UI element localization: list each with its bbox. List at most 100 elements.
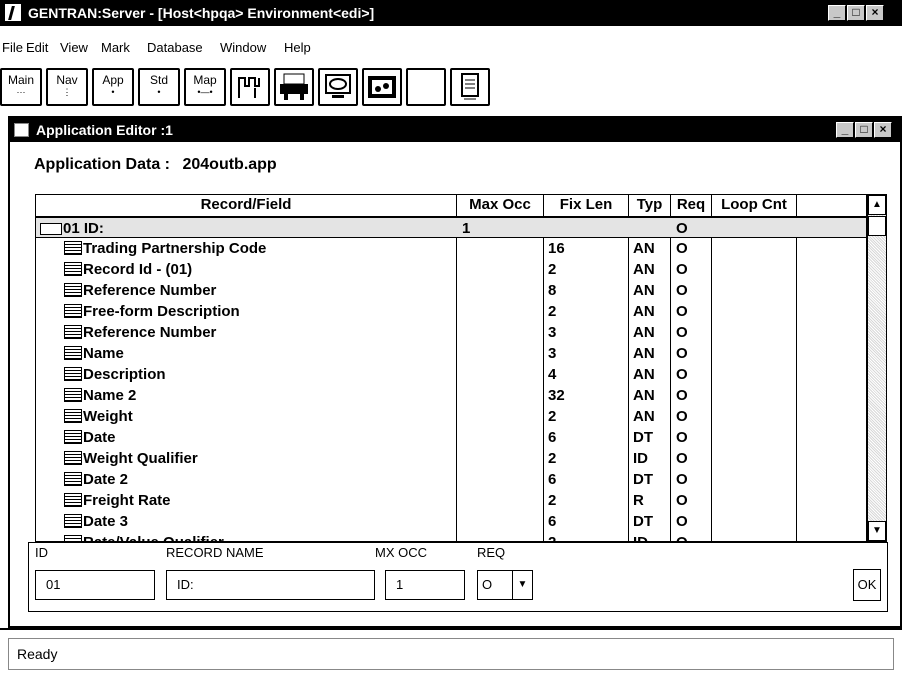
field-row[interactable]: Reference Number 3 AN O [36, 322, 866, 343]
status-bar: Ready [0, 628, 902, 677]
cell-fix-len: 4 [548, 366, 557, 383]
cell-fix-len: 3 [548, 324, 557, 341]
field-row[interactable]: Weight Qualifier 2 ID O [36, 448, 866, 469]
cell-typ: AN [633, 345, 655, 362]
row-name: Date [83, 429, 116, 446]
row-name: 01 ID: [63, 220, 104, 237]
cell-fix-len: 32 [548, 387, 565, 404]
editor-icon[interactable] [14, 123, 29, 137]
record-row[interactable]: 01 ID: 1 O [36, 217, 866, 238]
window-title: GENTRAN:Server - [Host<hpqa> Environment… [28, 5, 375, 21]
req-select[interactable]: O ▼ [477, 570, 533, 600]
col-record-field[interactable]: Record/Field [36, 195, 457, 217]
ok-button[interactable]: OK [853, 569, 881, 601]
application-data: Application Data : 204outb.app [34, 156, 277, 174]
scroll-up-arrow-icon[interactable]: ▲ [868, 195, 886, 215]
cell-typ: DT [633, 471, 653, 488]
field-row[interactable]: Freight Rate 2 R O [36, 490, 866, 511]
map-button[interactable]: Map •—• [184, 68, 226, 106]
row-name-cell: Free-form Description [64, 301, 240, 322]
row-name-cell: Name 2 [64, 385, 136, 406]
field-row[interactable]: Description 4 AN O [36, 364, 866, 385]
vertical-scrollbar[interactable]: ▲ ▼ [867, 194, 887, 542]
id-field[interactable]: 01 [35, 570, 155, 600]
maximize-button[interactable]: □ [847, 5, 865, 21]
cell-fix-len: 6 [548, 471, 557, 488]
field-icon [64, 430, 82, 444]
field-row[interactable]: Record Id - (01) 2 AN O [36, 259, 866, 280]
menu-database[interactable]: Database [147, 40, 203, 55]
col-req[interactable]: Req [671, 195, 712, 217]
field-row[interactable]: Reference Number 8 AN O [36, 280, 866, 301]
menu-view[interactable]: View [60, 40, 88, 55]
cell-fix-len: 16 [548, 240, 565, 257]
row-name-cell: Weight Qualifier [64, 448, 198, 469]
cell-fix-len: 2 [548, 450, 557, 467]
main-button[interactable]: Main ··· [0, 68, 42, 106]
field-row[interactable]: Name 3 AN O [36, 343, 866, 364]
close-button[interactable]: × [866, 5, 884, 21]
col-fix-len[interactable]: Fix Len [544, 195, 629, 217]
cell-max-occ: 1 [462, 220, 471, 237]
record-name-label: RECORD NAME [166, 545, 264, 560]
field-row[interactable]: Date 2 6 DT O [36, 469, 866, 490]
record-name-field[interactable]: ID: [166, 570, 375, 600]
row-name: Rate/Value Qualifier [83, 534, 224, 541]
app-button[interactable]: App • [92, 68, 134, 106]
field-row[interactable]: Trading Partnership Code 16 AN O [36, 238, 866, 259]
cell-fix-len: 6 [548, 429, 557, 446]
col-loop-cnt[interactable]: Loop Cnt [712, 195, 797, 217]
menu-file[interactable]: File [2, 40, 23, 55]
dot-icon: • [157, 87, 161, 97]
row-name: Trading Partnership Code [83, 240, 267, 257]
field-row[interactable]: Rate/Value Qualifier 2 ID O [36, 532, 866, 541]
field-icon [64, 304, 82, 318]
process-button[interactable] [230, 68, 270, 106]
menu-window[interactable]: Window [220, 40, 266, 55]
monitor-button[interactable] [318, 68, 358, 106]
col-extra [797, 195, 866, 217]
cell-req: O [676, 345, 688, 362]
editor-maximize-button[interactable]: □ [855, 122, 873, 138]
field-row[interactable]: Name 2 32 AN O [36, 385, 866, 406]
camera-button[interactable] [362, 68, 402, 106]
mx-occ-field[interactable]: 1 [385, 570, 465, 600]
checklist-button[interactable] [450, 68, 490, 106]
row-name-cell: Date 3 [64, 511, 128, 532]
col-typ[interactable]: Typ [629, 195, 671, 217]
chevron-down-icon[interactable]: ▼ [512, 571, 532, 599]
editor-minimize-button[interactable]: _ [836, 122, 854, 138]
menu-edit[interactable]: Edit [26, 40, 48, 55]
blank-button[interactable] [406, 68, 446, 106]
printer-button[interactable] [274, 68, 314, 106]
menu-mark[interactable]: Mark [101, 40, 130, 55]
field-row[interactable]: Weight 2 AN O [36, 406, 866, 427]
printer-icon [280, 73, 308, 100]
editor-title: Application Editor :1 [36, 122, 173, 138]
nav-button[interactable]: Nav ⋮ [46, 68, 88, 106]
row-name: Date 2 [83, 471, 129, 488]
app-icon[interactable] [4, 3, 22, 22]
scroll-thumb[interactable] [868, 216, 886, 236]
menu-help[interactable]: Help [284, 40, 311, 55]
req-select-value: O [482, 577, 493, 592]
dot-icon: • [111, 87, 115, 97]
menu-bar: File Edit View Mark Database Window Help [0, 26, 902, 64]
std-button[interactable]: Std • [138, 68, 180, 106]
row-name-cell: Reference Number [64, 322, 216, 343]
cell-req: O [676, 408, 688, 425]
field-row[interactable]: Date 3 6 DT O [36, 511, 866, 532]
editor-close-button[interactable]: × [874, 122, 892, 138]
camera-icon [368, 76, 396, 98]
col-max-occ[interactable]: Max Occ [457, 195, 544, 217]
minimize-button[interactable]: _ [828, 5, 846, 21]
field-row[interactable]: Date 6 DT O [36, 427, 866, 448]
cell-typ: AN [633, 240, 655, 257]
scroll-down-arrow-icon[interactable]: ▼ [868, 521, 886, 541]
field-row[interactable]: Free-form Description 2 AN O [36, 301, 866, 322]
field-icon [64, 514, 82, 528]
row-name-cell: Date 2 [64, 469, 128, 490]
field-icon [64, 409, 82, 423]
field-icon [64, 388, 82, 402]
cell-typ: AN [633, 324, 655, 341]
